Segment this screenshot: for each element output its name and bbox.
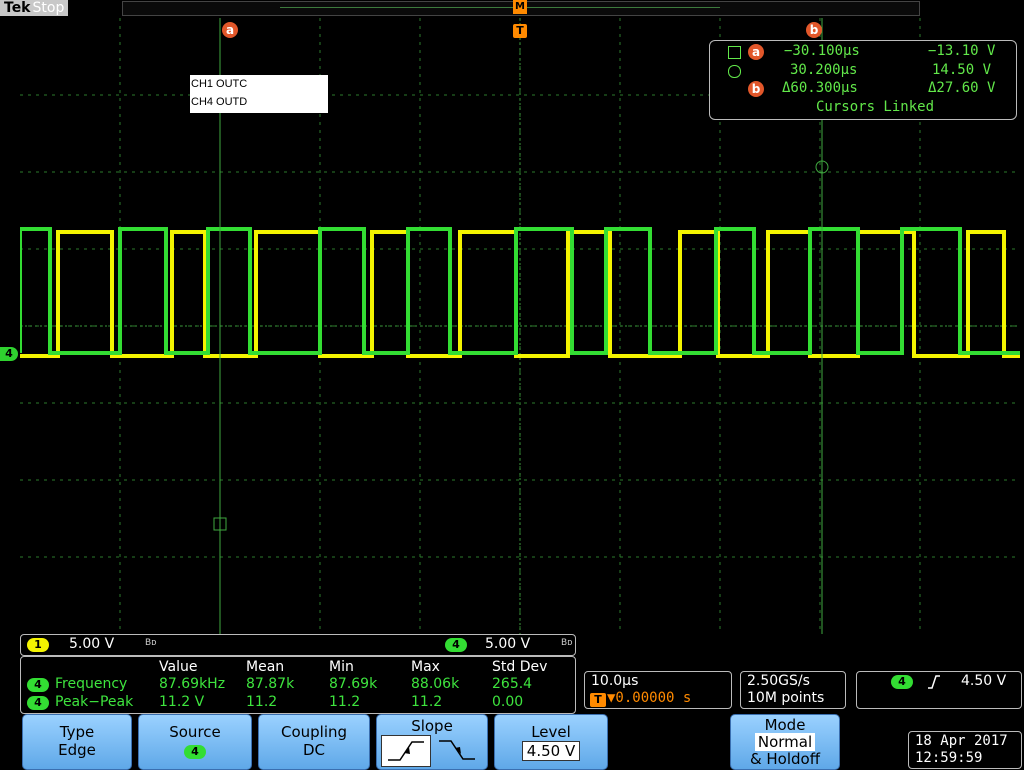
meas-row1-max: 88.06k	[411, 676, 460, 692]
meas-row1-std: 265.4	[492, 676, 533, 692]
cursor-a-label[interactable]: a	[222, 22, 238, 38]
slope-label: Slope	[411, 717, 453, 735]
meas-header-max: Max	[411, 659, 440, 675]
meas-row2-mean: 11.2	[246, 694, 278, 710]
top-status-bar: Tek Stop M	[0, 0, 1024, 18]
trigger-slope-button[interactable]: Slope	[376, 714, 488, 770]
cursor-a-volt: −13.10 V	[928, 43, 996, 59]
record-length: 10M points	[747, 690, 825, 706]
slope-rising-option[interactable]	[381, 735, 431, 767]
brand-state: Tek Stop	[0, 0, 69, 16]
brand-name: Tek	[4, 0, 31, 16]
trigger-source-badge: 4	[891, 675, 913, 689]
trigger-level: 4.50 V	[961, 673, 1007, 689]
meas-row1-mean: 87.87k	[246, 676, 295, 692]
mode-value-wrap: Normal	[731, 733, 839, 751]
meas-row1-name: Frequency	[55, 676, 128, 692]
cursor-delta-row: b Δ60.300µs Δ27.60 V	[710, 80, 1016, 98]
cursor-b-volt: 14.50 V	[932, 62, 992, 78]
trigger-type-label: Type	[59, 723, 95, 741]
date: 18 Apr 2017	[915, 733, 1008, 749]
meas-header-value: Value	[159, 659, 198, 675]
trigger-type-value: Edge	[58, 741, 96, 759]
cursor-b-row: 30.200µs 14.50 V	[710, 62, 1016, 80]
trigger-coupling-button[interactable]: Coupling DC	[258, 714, 370, 770]
trigger-readout[interactable]: 4 4.50 V	[856, 671, 1022, 709]
ch1-bw-icon: Bᴅ	[145, 638, 157, 648]
cursor-a-time: −30.100µs	[784, 43, 860, 59]
note-ch4: CH4 OUTD	[191, 96, 248, 108]
ch1-badge: 1	[27, 638, 49, 652]
delta-volt: Δ27.60 V	[928, 80, 996, 96]
meas-row2-value: 11.2 V	[159, 694, 205, 710]
meas-row2-std: 0.00	[492, 694, 524, 710]
ch4-ground-marker[interactable]: 4	[0, 347, 18, 361]
cursor-b-time: 30.200µs	[790, 62, 858, 78]
trigger-source-label: Source	[169, 723, 221, 741]
record-view-window	[280, 7, 720, 8]
rising-slope-icon	[388, 741, 424, 761]
level-label: Level	[531, 723, 571, 741]
meas-row2-name: Peak−Peak	[55, 694, 134, 710]
horizontal-scale: 10.0µs	[591, 673, 639, 689]
trigger-type-button[interactable]: Type Edge	[22, 714, 132, 770]
meas-header-mean: Mean	[246, 659, 285, 675]
trigger-source-value-wrap: 4	[139, 741, 251, 759]
falling-slope-icon	[439, 740, 475, 760]
sample-rate: 2.50GS/s	[747, 673, 810, 689]
rising-edge-icon	[928, 675, 940, 689]
square-cursor-icon	[728, 46, 741, 59]
trigger-t-icon: T	[590, 693, 606, 707]
slope-falling-option[interactable]	[433, 735, 481, 765]
meas-row1-value: 87.69kHz	[159, 676, 226, 692]
ch1-scale: 5.00 V	[69, 636, 115, 652]
trigger-source-value: 4	[184, 745, 206, 759]
date-time-display: 18 Apr 2017 12:59:59	[908, 731, 1022, 769]
level-value: 4.50 V	[521, 741, 581, 761]
level-value-wrap: 4.50 V	[495, 741, 607, 761]
meas-row2-ch: 4	[27, 696, 49, 710]
cursor-b-label[interactable]: b	[806, 22, 822, 38]
note-ch1: CH1 OUTC	[191, 78, 248, 90]
ch4-bw-icon: Bᴅ	[561, 638, 573, 648]
horizontal-readout[interactable]: 10.0µs T ▼0.00000 s	[584, 671, 732, 709]
acquisition-readout[interactable]: 2.50GS/s 10M points	[740, 671, 846, 709]
coupling-value: DC	[302, 741, 326, 759]
cursor-readout: a −30.100µs −13.10 V 30.200µs 14.50 V b …	[709, 40, 1017, 120]
cursor-a-row: a −30.100µs −13.10 V	[710, 43, 1016, 61]
trigger-source-button[interactable]: Source 4	[138, 714, 252, 770]
meas-row1-min: 87.69k	[329, 676, 378, 692]
meas-row2-min: 11.2	[329, 694, 361, 710]
cursors-linked-row: Cursors Linked	[710, 99, 1016, 117]
mode-label: Mode	[764, 716, 806, 734]
channel-notes: CH1 OUTC CH4 OUTD	[190, 75, 328, 113]
ch4-badge: 4	[445, 638, 467, 652]
ch4-scale: 5.00 V	[485, 636, 531, 652]
trigger-level-button[interactable]: Level 4.50 V	[494, 714, 608, 770]
mode-value: Normal	[754, 733, 816, 751]
trigger-position-marker[interactable]: T	[513, 24, 527, 38]
horizontal-delay: ▼0.00000 s	[607, 690, 692, 706]
meas-header-min: Min	[329, 659, 354, 675]
vertical-scale-bar[interactable]: 1 5.00 V Bᴅ 4 5.00 V Bᴅ	[20, 634, 576, 656]
meas-row2-max: 11.2	[411, 694, 443, 710]
trigger-position-record-marker[interactable]: M	[513, 0, 527, 14]
mode-holdoff: & Holdoff	[749, 750, 821, 768]
trigger-mode-button[interactable]: Mode Normal & Holdoff	[730, 714, 840, 770]
cursor-a-badge: a	[748, 44, 764, 60]
meas-row1-ch: 4	[27, 678, 49, 692]
time: 12:59:59	[915, 750, 983, 766]
meas-header-stddev: Std Dev	[492, 659, 548, 675]
cursors-linked-text: Cursors Linked	[816, 99, 935, 115]
delta-time: Δ60.300µs	[782, 80, 858, 96]
acquisition-state: Stop	[32, 0, 65, 16]
measurement-panel[interactable]: Value Mean Min Max Std Dev 4 Frequency 8…	[20, 656, 576, 714]
coupling-label: Coupling	[280, 723, 348, 741]
circle-cursor-icon	[728, 65, 741, 78]
cursor-b-badge: b	[748, 81, 764, 97]
